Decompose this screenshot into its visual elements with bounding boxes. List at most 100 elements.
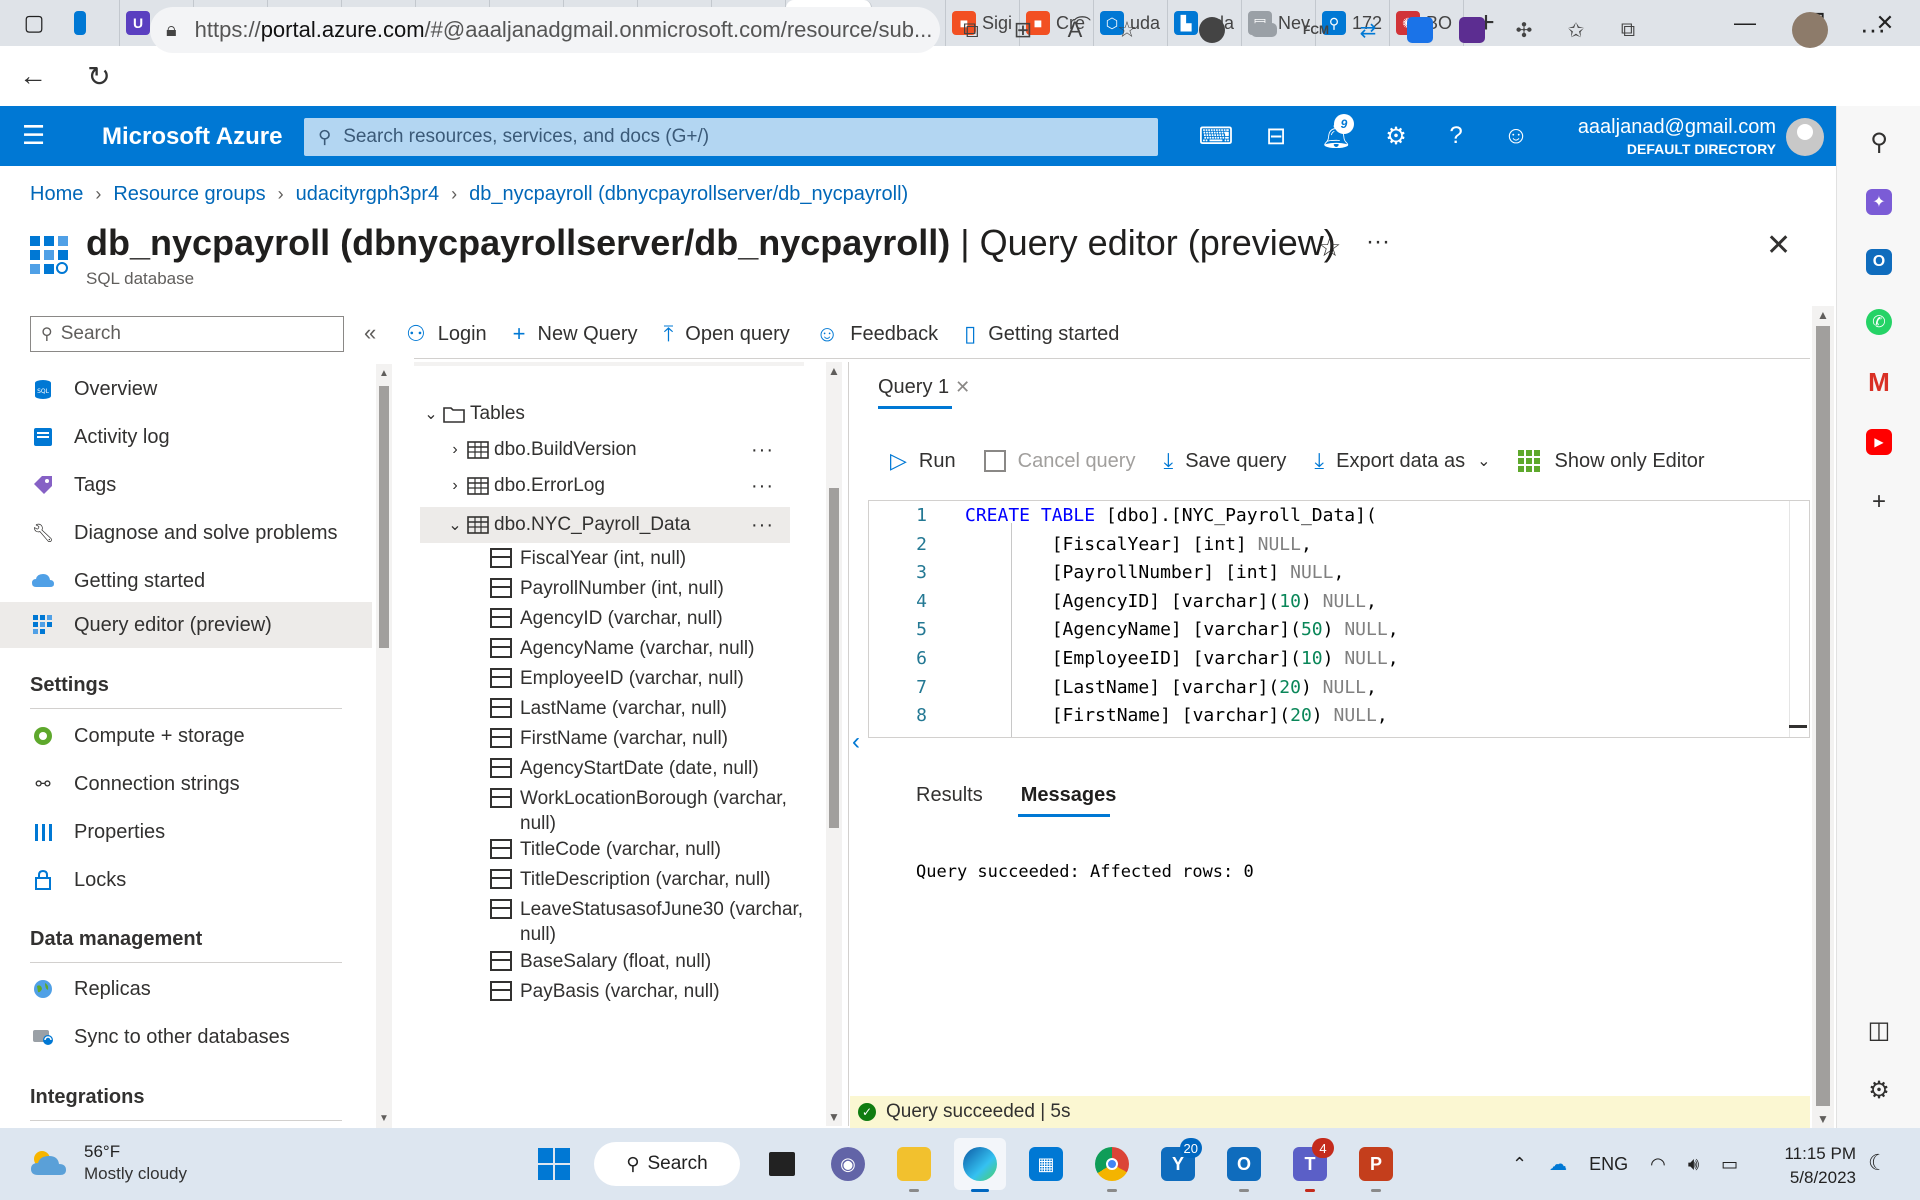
yahoo-mail-app[interactable]: Y 20 <box>1152 1138 1204 1190</box>
hide-sidebar-icon[interactable]: ◫ <box>1859 1010 1899 1050</box>
split-screen-icon[interactable]: ⊞ <box>997 17 1049 43</box>
query-tab[interactable]: Query 1 ✕ <box>878 376 970 399</box>
getting-started-button[interactable]: ▯ Getting started <box>964 321 1119 347</box>
powerpoint-app[interactable]: P <box>1350 1138 1402 1192</box>
global-search-input[interactable]: ⚲ Search resources, services, and docs (… <box>304 118 1158 156</box>
login-button[interactable]: ⚇ Login <box>406 321 487 347</box>
explorer-scrollbar[interactable]: ▲ ▼ <box>826 362 842 1126</box>
notification-center-icon[interactable]: ☾ <box>1868 1150 1888 1176</box>
outlook-icon[interactable]: O <box>1859 242 1899 282</box>
close-blade-icon[interactable]: ✕ <box>1766 228 1791 263</box>
nav-item-query-editor[interactable]: Query editor (preview) <box>0 602 372 648</box>
feedback-header-icon[interactable]: ☺ <box>1486 106 1546 166</box>
start-button[interactable] <box>528 1138 580 1190</box>
column-node[interactable]: WorkLocationBorough (varchar, null) <box>490 786 804 836</box>
user-avatar[interactable] <box>1786 118 1824 156</box>
store-app[interactable]: ▦ <box>1020 1138 1072 1190</box>
chat-app[interactable]: ◉ <box>822 1138 874 1190</box>
weather-widget[interactable]: 56°F Mostly cloudy <box>28 1142 187 1184</box>
nav-item-locks[interactable]: Locks <box>0 857 372 903</box>
notifications-icon[interactable]: 🔔︎ 9 <box>1306 106 1366 166</box>
table-node-nyc-payroll[interactable]: ⌄ dbo.NYC_Payroll_Data ··· <box>420 507 790 543</box>
task-view-button[interactable] <box>756 1138 808 1190</box>
scroll-thumb[interactable] <box>829 488 839 828</box>
more-options-icon[interactable]: ··· <box>1366 228 1390 256</box>
scroll-thumb[interactable] <box>1816 326 1830 1106</box>
whatsapp-icon[interactable]: ✆ <box>1859 302 1899 342</box>
copilot-icon[interactable]: ✦ <box>1859 182 1899 222</box>
youtube-icon[interactable]: ▶ <box>1859 422 1899 462</box>
open-query-button[interactable]: ⤒ Open query <box>664 321 790 347</box>
collapse-explorer-icon[interactable]: ‹ <box>852 728 860 756</box>
nav-item-overview[interactable]: SQL Overview <box>0 366 372 412</box>
more-options-icon[interactable]: ··· <box>751 439 774 462</box>
column-node[interactable]: FirstName (varchar, null) <box>490 726 804 751</box>
collections-icon[interactable]: ⧉ <box>1602 19 1654 42</box>
taskbar-search[interactable]: ⚲ Search <box>594 1142 740 1186</box>
cloud-shell-icon[interactable]: ⌨ <box>1186 106 1246 166</box>
browser-tab[interactable] <box>68 0 120 46</box>
more-options-icon[interactable]: ··· <box>751 514 774 537</box>
extension-translate-icon[interactable] <box>1394 17 1446 43</box>
sidebar-search-icon[interactable]: ⚲ <box>1859 122 1899 162</box>
new-query-button[interactable]: + New Query <box>513 321 638 347</box>
app-available-icon[interactable]: ⧉ <box>945 17 997 43</box>
teams-app[interactable]: T4 <box>1284 1138 1336 1192</box>
account-menu[interactable]: aaaljanad@gmail.com DEFAULT DIRECTORY <box>1540 116 1776 157</box>
volume-icon[interactable]: 🔊︎ <box>1688 1154 1699 1175</box>
column-node[interactable]: TitleCode (varchar, null) <box>490 837 804 862</box>
chevron-up-icon[interactable]: ⌃ <box>1512 1154 1527 1175</box>
scroll-down-icon[interactable]: ▼ <box>376 1113 392 1124</box>
nav-item-tags[interactable]: Tags <box>0 462 372 508</box>
column-node[interactable]: AgencyStartDate (date, null) <box>490 756 804 781</box>
favorites-icon[interactable]: ✩ <box>1550 18 1602 43</box>
messages-tab[interactable]: Messages <box>1021 784 1117 807</box>
tab-actions-icon[interactable]: ▢ <box>0 0 68 46</box>
add-favorite-icon[interactable]: ☆ <box>1101 17 1153 43</box>
collapse-menu-icon[interactable]: « <box>364 320 376 346</box>
resource-menu-search[interactable]: ⚲ Search <box>30 316 344 352</box>
feedback-button[interactable]: ☺ Feedback <box>816 321 938 347</box>
extension-card-icon[interactable] <box>1238 23 1290 37</box>
show-only-editor-button[interactable]: Show only Editor <box>1518 450 1705 473</box>
battery-icon[interactable]: ▭ <box>1721 1154 1738 1175</box>
column-node[interactable]: LeaveStatusasofJune30 (varchar, null) <box>490 897 804 947</box>
nav-item-activity-log[interactable]: Activity log <box>0 414 372 460</box>
column-node[interactable]: PayrollNumber (int, null) <box>490 576 804 601</box>
breadcrumb-resource-group[interactable]: udacityrgph3pr4 <box>296 183 439 206</box>
cancel-query-button[interactable]: Cancel query <box>983 450 1135 473</box>
editor-scrollbar[interactable] <box>1789 501 1809 737</box>
scroll-up-icon[interactable]: ▲ <box>376 368 392 379</box>
favorite-star-icon[interactable]: ☆ <box>1318 232 1341 263</box>
breadcrumb-home[interactable]: Home <box>30 183 83 206</box>
export-data-button[interactable]: ⤓ Export data as ⌄ <box>1314 448 1490 474</box>
close-tab-icon[interactable]: ✕ <box>955 377 970 398</box>
help-icon[interactable]: ? <box>1426 106 1486 166</box>
table-node-buildversion[interactable]: › dbo.BuildVersion ··· <box>444 432 790 468</box>
azure-brand[interactable]: Microsoft Azure <box>102 123 282 151</box>
run-button[interactable]: ▷ Run <box>890 448 956 474</box>
portal-menu-icon[interactable]: ☰ <box>22 120 45 151</box>
scroll-thumb[interactable] <box>379 386 389 648</box>
extension-fcm-icon[interactable]: FCM <box>1290 23 1342 37</box>
breadcrumb-database[interactable]: db_nycpayroll (dbnycpayrollserver/db_nyc… <box>469 183 908 206</box>
column-node[interactable]: FiscalYear (int, null) <box>490 546 804 571</box>
column-node[interactable]: AgencyName (varchar, null) <box>490 636 804 661</box>
outlook-app[interactable]: O <box>1218 1138 1270 1192</box>
nav-item-replicas[interactable]: Replicas <box>0 966 372 1012</box>
resource-menu-scrollbar[interactable]: ▲ ▼ <box>376 364 392 1128</box>
edge-app[interactable] <box>954 1138 1006 1192</box>
read-aloud-icon[interactable]: A͡ <box>1049 17 1101 43</box>
tables-folder[interactable]: ⌄ Tables <box>420 396 525 432</box>
settings-icon[interactable]: ⚙ <box>1366 106 1426 166</box>
column-node[interactable]: PayBasis (varchar, null) <box>490 979 804 1004</box>
table-node-errorlog[interactable]: › dbo.ErrorLog ··· <box>444 468 790 504</box>
nav-item-sync[interactable]: Sync to other databases <box>0 1014 372 1060</box>
extension-purple-icon[interactable] <box>1446 17 1498 43</box>
column-node[interactable]: AgencyID (varchar, null) <box>490 606 804 631</box>
directory-filter-icon[interactable]: ⊟ <box>1246 106 1306 166</box>
onedrive-icon[interactable]: ☁ <box>1549 1154 1567 1175</box>
extension-a-icon[interactable] <box>1186 17 1238 43</box>
profile-avatar[interactable] <box>1792 12 1828 48</box>
nav-item-connection-strings[interactable]: ⚯ Connection strings <box>0 761 372 807</box>
